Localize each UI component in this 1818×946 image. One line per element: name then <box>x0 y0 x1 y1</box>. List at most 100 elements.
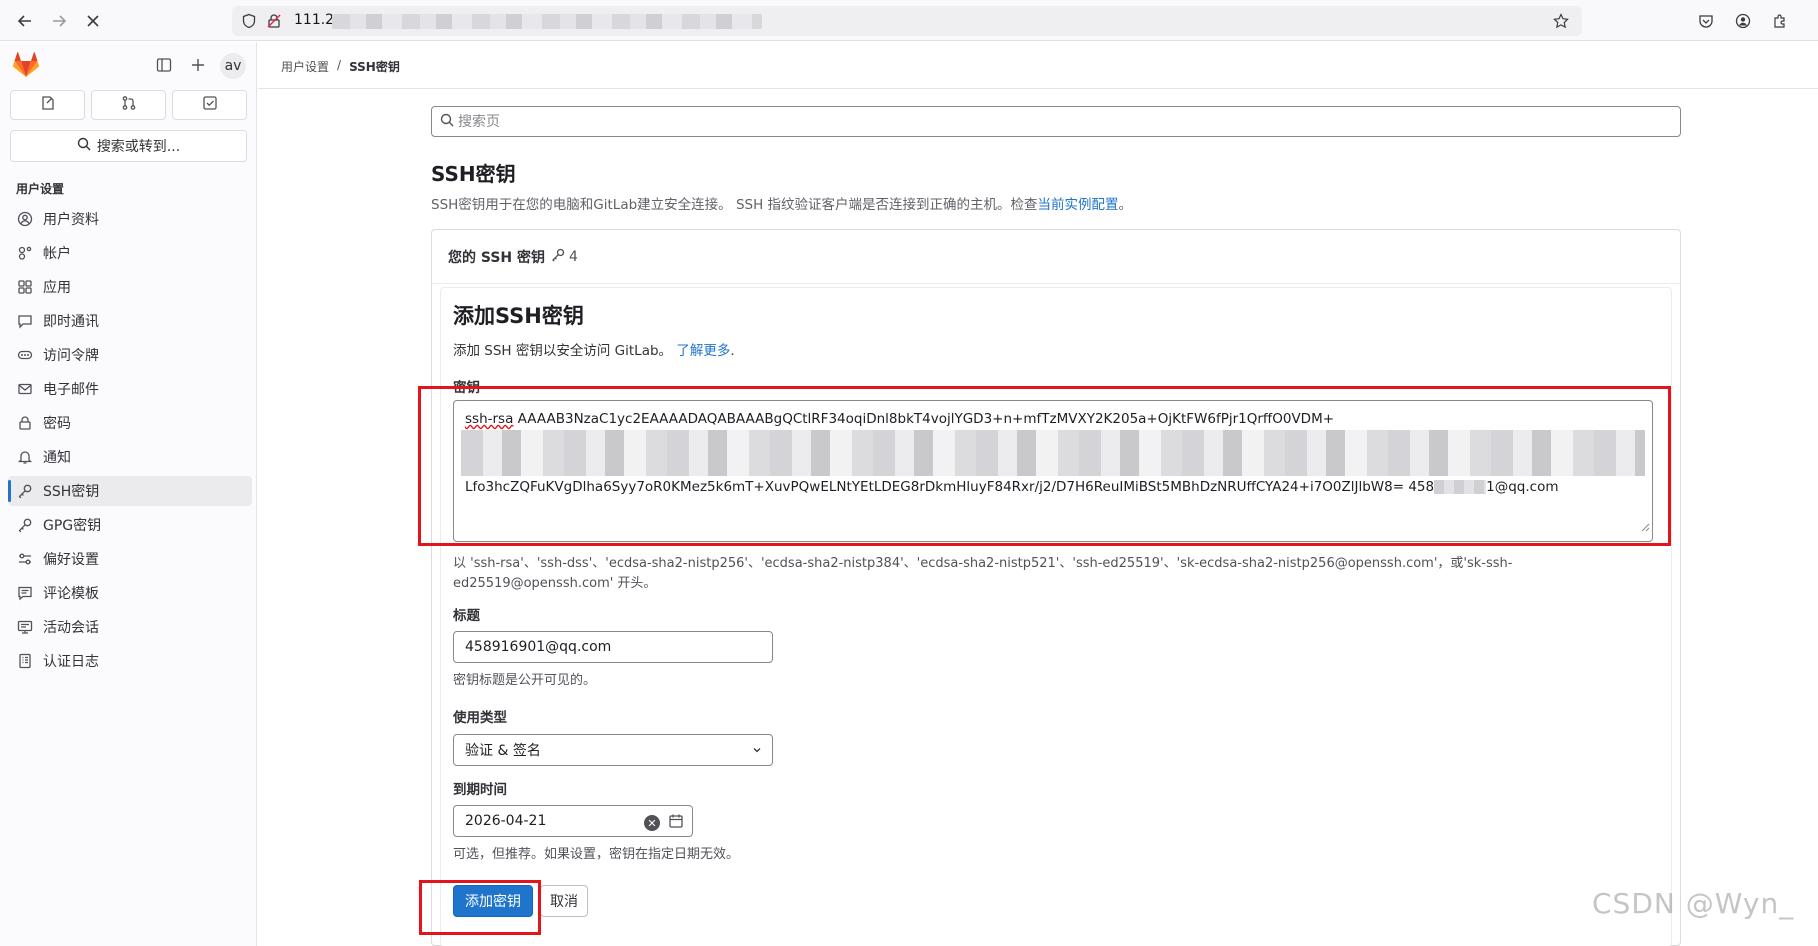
user-circle-icon <box>17 211 33 227</box>
key-icon <box>551 248 565 266</box>
merge-requests-tab[interactable] <box>91 90 166 120</box>
key-redacted <box>461 430 1645 476</box>
expiry-date-input[interactable]: 2026-04-21 ✕ <box>453 805 693 837</box>
todos-tab[interactable] <box>172 90 247 120</box>
key-textarea[interactable]: ssh-rsa AAAAB3NzaC1yc2EAAAADAQABAAABgQCt… <box>453 400 1653 542</box>
title-label: 标题 <box>453 608 480 624</box>
sidebar-search-label: 搜索或转到... <box>96 139 181 155</box>
token-icon <box>17 347 33 363</box>
chat-icon <box>17 313 33 329</box>
add-key-button[interactable]: 添加密钥 <box>453 885 533 917</box>
title-input[interactable]: 458916901@qq.com <box>453 631 773 663</box>
calendar-icon[interactable] <box>668 813 684 833</box>
sidebar-item-label: 应用 <box>43 280 71 296</box>
form-title: 添加SSH密钥 <box>453 304 584 328</box>
issues-tab[interactable] <box>10 90 85 120</box>
breadcrumb-current[interactable]: SSH密钥 <box>349 58 400 75</box>
key-line-1-rest: AAAAB3NzaC1yc2EAAAADAQABAAABgQCtlRF34oqi… <box>513 411 1335 427</box>
sidebar-item[interactable]: 即时通讯 <box>8 306 252 336</box>
page-search-input[interactable] <box>458 113 1658 130</box>
date-input-actions: ✕ <box>644 813 684 833</box>
card-header-title: 您的 SSH 密钥 <box>448 249 546 266</box>
sidebar-item-label: 即时通讯 <box>43 314 99 330</box>
resize-handle-icon[interactable] <box>1640 517 1650 539</box>
sidebar-item[interactable]: 应用 <box>8 272 252 302</box>
sidebar-item[interactable]: 访问令牌 <box>8 340 252 370</box>
page-description-end: 。 <box>1118 197 1133 213</box>
sidebar-item[interactable]: 偏好设置 <box>8 544 252 574</box>
account-icon <box>17 245 33 261</box>
breadcrumb: 用户设置 / SSH密钥 <box>281 58 400 75</box>
back-arrow-icon[interactable] <box>12 8 38 34</box>
sidebar-item-label: GPG密钥 <box>43 518 102 534</box>
stop-loading-icon[interactable] <box>80 8 106 34</box>
sidebar-item[interactable]: 电子邮件 <box>8 374 252 404</box>
breadcrumb-separator: / <box>337 58 342 72</box>
forward-arrow-icon[interactable] <box>46 8 72 34</box>
sidebar-item-label: 帐户 <box>43 246 71 262</box>
key-line-3-end: 1@qq.com <box>1486 479 1559 495</box>
usage-type-label: 使用类型 <box>453 710 507 726</box>
title-input-value: 458916901@qq.com <box>465 639 612 655</box>
cancel-button[interactable]: 取消 <box>540 885 588 917</box>
sidebar-item[interactable]: SSH密钥 <box>8 476 252 506</box>
url-redacted <box>332 14 762 29</box>
sidebar-item-label: 认证日志 <box>43 654 99 670</box>
key-email-redacted <box>1434 480 1487 494</box>
sidebar-item[interactable]: 用户资料 <box>8 204 252 234</box>
learn-more-link[interactable]: 了解更多 <box>676 343 730 359</box>
chevron-down-icon <box>752 744 762 758</box>
search-icon <box>77 137 91 155</box>
title-help-text: 密钥标题是公开可见的。 <box>453 673 597 688</box>
insecure-lock-icon[interactable] <box>263 10 285 32</box>
sidebar-item[interactable]: 密码 <box>8 408 252 438</box>
key-line-1: ssh-rsa AAAAB3NzaC1yc2EAAAADAQABAAABgQCt… <box>465 408 1641 430</box>
pocket-icon[interactable] <box>1695 10 1717 32</box>
sidebar-item[interactable]: 评论模板 <box>8 578 252 608</box>
collapse-sidebar-icon[interactable] <box>154 55 174 75</box>
key-count-value: 4 <box>569 248 578 265</box>
sidebar-item[interactable]: 认证日志 <box>8 646 252 676</box>
sidebar-section-heading: 用户设置 <box>16 182 65 196</box>
account-circle-icon[interactable] <box>1732 10 1754 32</box>
breadcrumb-parent[interactable]: 用户设置 <box>281 58 329 75</box>
form-description-text: 添加 SSH 密钥以安全访问 GitLab。 <box>453 343 677 359</box>
sidebar-quick-tabs <box>10 90 247 120</box>
usage-type-select[interactable]: 验证 & 签名 <box>453 734 773 766</box>
log-icon <box>17 653 33 669</box>
sidebar-item-label: 密码 <box>43 416 71 432</box>
key-label: 密钥 <box>453 380 480 396</box>
key-help-text: 以 'ssh-rsa'、'ssh-dss'、'ecdsa-sha2-nistp2… <box>453 556 1513 591</box>
sidebar-item[interactable]: 活动会话 <box>8 612 252 642</box>
sidebar-item[interactable]: 通知 <box>8 442 252 472</box>
bookmark-star-icon[interactable] <box>1550 10 1572 32</box>
plus-icon[interactable] <box>188 55 208 75</box>
shield-icon[interactable] <box>238 10 260 32</box>
instance-config-link[interactable]: 当前实例配置 <box>1038 197 1119 213</box>
key-type-prefix: ssh-rsa <box>465 411 514 427</box>
clear-date-icon[interactable]: ✕ <box>644 815 660 831</box>
avatar[interactable]: av <box>220 53 246 79</box>
key-line-3-start: Lfo3hcZQFuKVgDlha6Syy7oR0KMez5k6mT+XuvPQ… <box>465 479 1435 495</box>
expiry-date-value: 2026-04-21 <box>465 813 547 829</box>
page-description: SSH密钥用于在您的电脑和GitLab建立安全连接。 SSH 指纹验证客户端是否… <box>431 193 1132 213</box>
expiry-label: 到期时间 <box>453 782 507 798</box>
sidebar-item[interactable]: 帐户 <box>8 238 252 268</box>
applications-icon <box>17 279 33 295</box>
gitlab-logo-icon[interactable] <box>12 52 40 78</box>
page-description-text: SSH密钥用于在您的电脑和GitLab建立安全连接。 SSH 指纹验证客户端是否… <box>431 197 1038 213</box>
sidebar-item[interactable]: GPG密钥 <box>8 510 252 540</box>
sidebar-nav: 用户资料帐户应用即时通讯访问令牌电子邮件密码通知 SSH密钥 GPG密钥偏好设置评论… <box>8 204 252 680</box>
extensions-icon[interactable] <box>1769 10 1791 32</box>
lock-icon <box>17 415 33 431</box>
sidebar: av 搜索或转到... 用户设置 用户资料帐户应用即时通讯访问令牌电子邮件密码通… <box>0 42 257 946</box>
issues-icon <box>40 95 56 115</box>
sidebar-search-button[interactable]: 搜索或转到... <box>10 130 247 162</box>
page-search[interactable] <box>431 106 1681 137</box>
key-icon <box>17 517 33 533</box>
mail-icon <box>17 381 33 397</box>
preferences-icon <box>17 551 33 567</box>
url-bar[interactable]: 111.2 <box>232 6 1582 36</box>
sidebar-item-label: 访问令牌 <box>43 348 99 364</box>
usage-type-value: 验证 & 签名 <box>465 743 541 759</box>
